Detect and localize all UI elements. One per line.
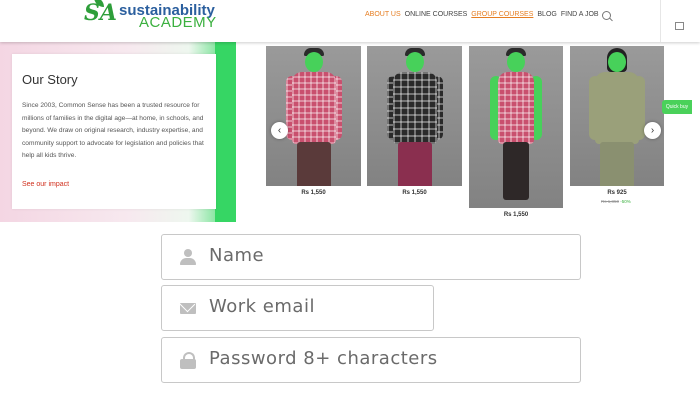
cart-icon[interactable] [675,22,684,30]
work-email-field[interactable]: Work email [161,285,434,331]
nav-find-a-job[interactable]: FIND A JOB [561,11,599,18]
password-placeholder: Password 8+ characters [209,348,438,369]
product-image-3[interactable] [469,46,563,208]
our-story-card: Our Story Since 2003, Common Sense has b… [12,54,216,209]
carousel-prev-button[interactable]: ‹ [271,122,288,139]
story-title: Our Story [22,72,78,87]
user-icon [180,249,196,265]
product-image-1[interactable] [266,46,361,186]
site-logo[interactable]: SA sustainability ACADEMY [84,0,234,34]
nav-blog[interactable]: BLOG [537,11,556,18]
lock-icon [180,352,196,369]
product-image-2[interactable] [367,46,462,186]
mail-icon [180,303,196,314]
nav-group-courses[interactable]: GROUP COURSES [471,11,533,18]
story-text: Since 2003, Common Sense has been a trus… [22,102,204,159]
product-price-2: Rs 1,550 [402,190,427,196]
hero-green-strip [215,42,237,222]
product-price-1: Rs 1,550 [301,190,326,196]
header-divider [660,0,661,42]
old-price: Rs 1,850 [601,199,620,204]
carousel-next-button[interactable]: › [644,122,661,139]
email-placeholder: Work email [209,296,315,317]
product-price-4: Rs 925 [607,190,627,196]
name-field[interactable]: Name [161,234,581,280]
logo-text-line2: ACADEMY [139,14,217,31]
password-field[interactable]: Password 8+ characters [161,337,581,383]
search-icon[interactable] [602,11,611,20]
nav-online-courses[interactable]: ONLINE COURSES [405,11,468,18]
logo-mark: SA [84,0,117,26]
see-our-impact-link[interactable]: See our impact [22,181,69,188]
nav-about-us[interactable]: ABOUT US [365,11,401,18]
discount-badge: -50% [620,199,631,204]
product-price-3: Rs 1,550 [503,212,529,218]
product-old-price-4: Rs 1,850 -50% [601,199,631,204]
quick-buy-tab[interactable]: Quick buy [662,100,692,114]
main-nav: ABOUT US ONLINE COURSES GROUP COURSES BL… [365,11,599,18]
site-header: SA sustainability ACADEMY ABOUT US ONLIN… [0,0,700,42]
product-image-4[interactable] [570,46,664,186]
name-placeholder: Name [209,245,265,266]
